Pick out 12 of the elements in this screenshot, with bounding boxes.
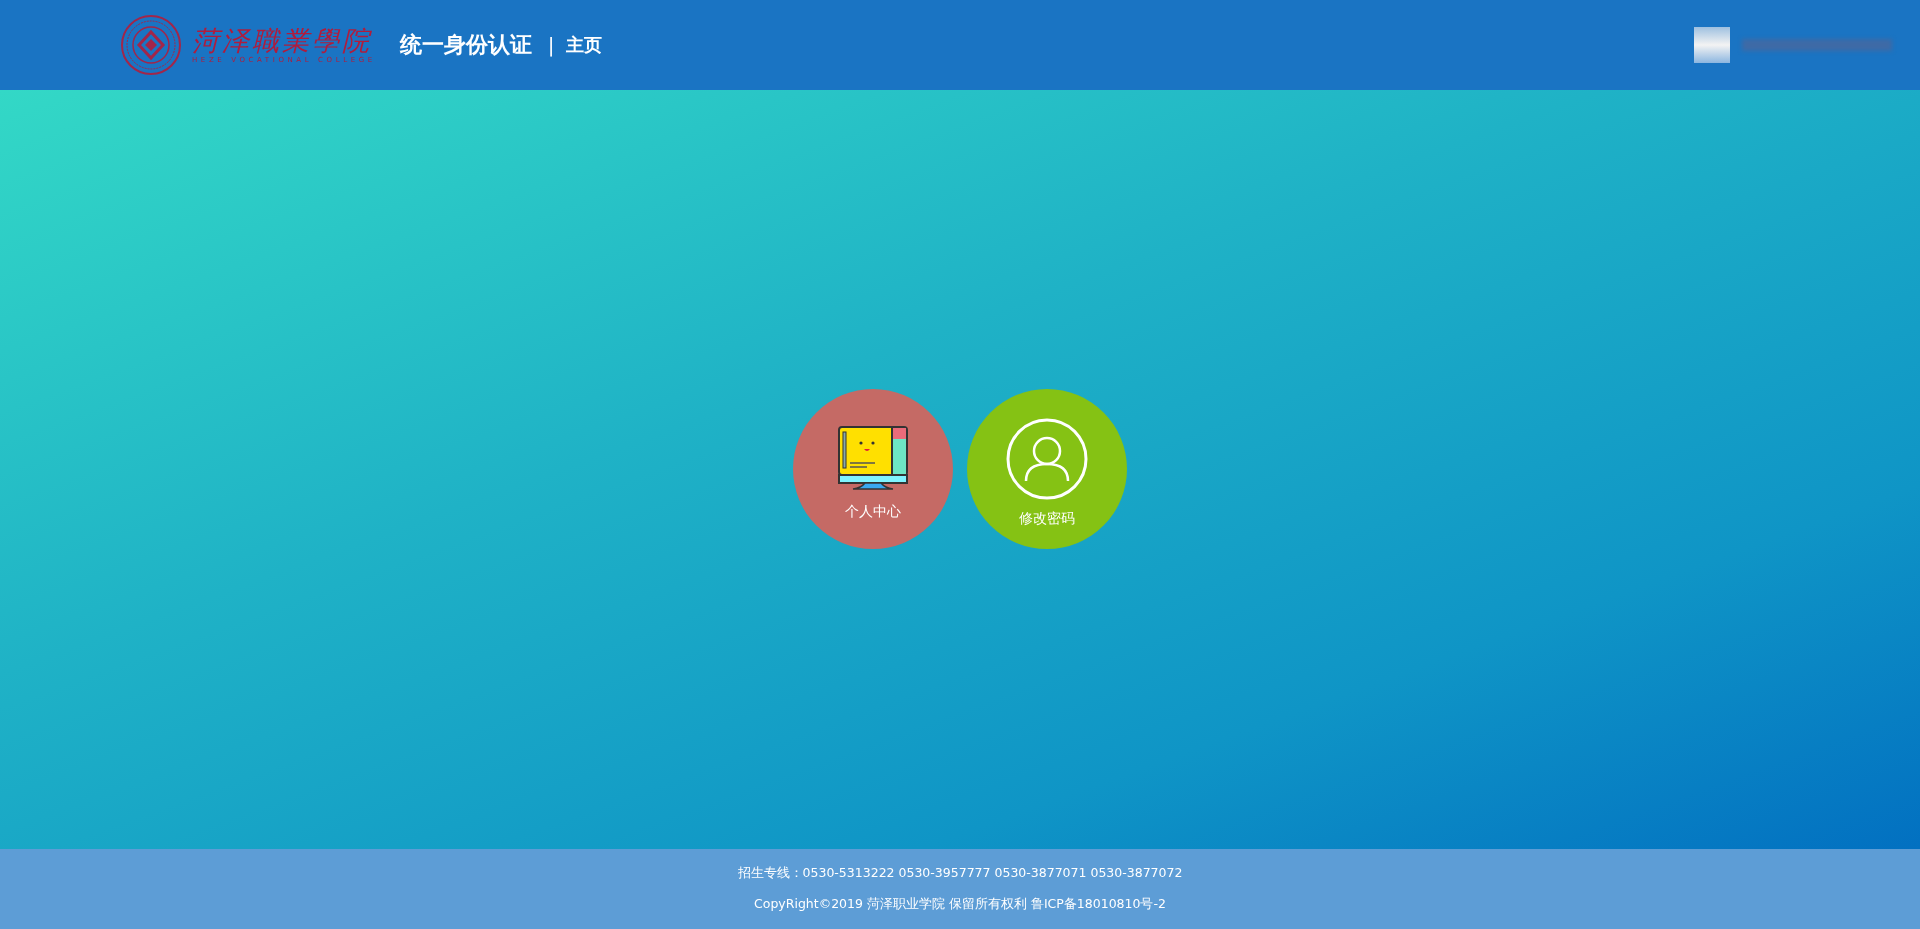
- title-separator: |: [547, 33, 555, 57]
- college-seal-logo: [120, 14, 182, 76]
- college-logo-name: 菏泽職業學院: [192, 25, 372, 56]
- personal-center-tile[interactable]: 个人中心: [793, 388, 953, 549]
- copyright-text: CopyRight©2019 菏泽职业学院 保留所有权利 鲁ICP备18010810号-2: [754, 896, 1166, 913]
- hotline-text: 招生专线：0530-5313222 0530-3957777 0530-3877071 0530-3877072: [737, 865, 1183, 882]
- change-password-tile[interactable]: 修改密码: [967, 388, 1127, 549]
- computer-icon: [837, 424, 909, 493]
- blurred-avatar: [1694, 27, 1730, 63]
- system-title: 统一身份认证: [399, 30, 532, 59]
- page-name: 主页: [566, 33, 603, 57]
- user-icon: [1006, 417, 1088, 500]
